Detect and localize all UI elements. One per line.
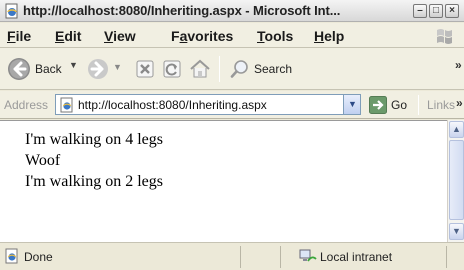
home-icon[interactable] <box>189 58 211 80</box>
refresh-icon[interactable] <box>162 59 182 79</box>
search-button-label[interactable]: Search <box>254 62 292 76</box>
scroll-thumb[interactable] <box>449 140 464 220</box>
status-divider <box>280 246 281 268</box>
maximize-button[interactable]: □ <box>429 4 443 18</box>
menu-edit-mnemonic: E <box>55 28 65 44</box>
windows-logo-icon <box>437 29 452 44</box>
status-divider <box>446 246 447 268</box>
scroll-down-button[interactable]: ▼ <box>449 223 464 240</box>
title-bar[interactable]: http://localhost:8080/Inheriting.aspx - … <box>0 0 464 22</box>
security-zone-text: Local intranet <box>320 250 393 264</box>
menu-tools-rest: ools <box>264 28 294 44</box>
forward-dropdown-icon[interactable]: ▼ <box>113 62 122 72</box>
page-content: I'm walking on 4 legs Woof I'm walking o… <box>0 120 447 242</box>
menu-help-rest: elp <box>324 28 345 44</box>
menu-bar: File Edit View Favorites Tools Help <box>0 23 464 48</box>
menu-view[interactable]: View <box>104 28 136 44</box>
back-dropdown-icon[interactable]: ▼ <box>69 60 78 70</box>
address-bar: Address http://localhost:8080/Inheriting… <box>0 91 464 119</box>
output-line-2: Woof <box>25 152 61 169</box>
stop-icon[interactable] <box>135 59 155 79</box>
back-arrow-icon[interactable] <box>6 56 32 82</box>
done-page-icon <box>5 248 18 264</box>
address-value: http://localhost:8080/Inheriting.aspx <box>78 98 267 112</box>
toolbar-overflow-chevron[interactable]: » <box>455 58 462 72</box>
ie-page-icon <box>5 3 18 19</box>
back-button-label[interactable]: Back <box>35 62 62 76</box>
status-text: Done <box>24 250 53 264</box>
menu-view-mnemonic: V <box>104 28 114 44</box>
minimize-button[interactable]: – <box>413 4 427 18</box>
menu-tools-mnemonic: T <box>257 28 265 44</box>
menu-file-rest: ile <box>15 28 32 44</box>
menu-file[interactable]: File <box>7 28 31 44</box>
links-overflow-chevron[interactable]: » <box>456 96 463 110</box>
menu-tools[interactable]: Tools <box>257 28 293 44</box>
menu-file-mnemonic: F <box>7 28 16 44</box>
standard-toolbar: Back ▼ ▼ Search » <box>0 48 464 90</box>
scroll-up-button[interactable]: ▲ <box>449 121 464 138</box>
address-input[interactable]: http://localhost:8080/Inheriting.aspx ▼ <box>55 94 361 115</box>
menu-edit-rest: dit <box>64 28 82 44</box>
address-dropdown-button[interactable]: ▼ <box>343 95 360 114</box>
menu-help-mnemonic: H <box>314 28 325 44</box>
chevron-down-icon: ▼ <box>348 99 357 109</box>
status-bar: Done Local intranet <box>0 242 464 270</box>
menu-favorites-rest: vorites <box>187 28 234 44</box>
menu-favorites[interactable]: Favorites <box>171 28 233 44</box>
close-button[interactable]: × <box>445 4 459 18</box>
search-icon[interactable] <box>229 58 251 80</box>
output-line-3: I'm walking on 2 legs <box>25 173 163 190</box>
local-intranet-icon <box>299 249 317 262</box>
links-label[interactable]: Links <box>427 98 455 112</box>
status-divider <box>240 246 241 268</box>
go-arrow-icon[interactable] <box>369 96 387 114</box>
address-separator <box>418 95 419 115</box>
menu-edit[interactable]: Edit <box>55 28 81 44</box>
ie-window: http://localhost:8080/Inheriting.aspx - … <box>0 0 464 270</box>
page-icon <box>60 97 73 113</box>
menu-help[interactable]: Help <box>314 28 344 44</box>
menu-favorites-pre: F <box>171 28 180 44</box>
vertical-scrollbar[interactable]: ▲ ▼ <box>447 120 464 242</box>
menu-view-rest: iew <box>113 28 136 44</box>
window-title: http://localhost:8080/Inheriting.aspx - … <box>23 3 341 18</box>
output-line-1: I'm walking on 4 legs <box>25 131 163 148</box>
go-button-label[interactable]: Go <box>391 98 407 112</box>
address-label: Address <box>4 98 49 112</box>
toolbar-separator <box>219 56 220 82</box>
forward-arrow-icon[interactable] <box>86 57 110 81</box>
